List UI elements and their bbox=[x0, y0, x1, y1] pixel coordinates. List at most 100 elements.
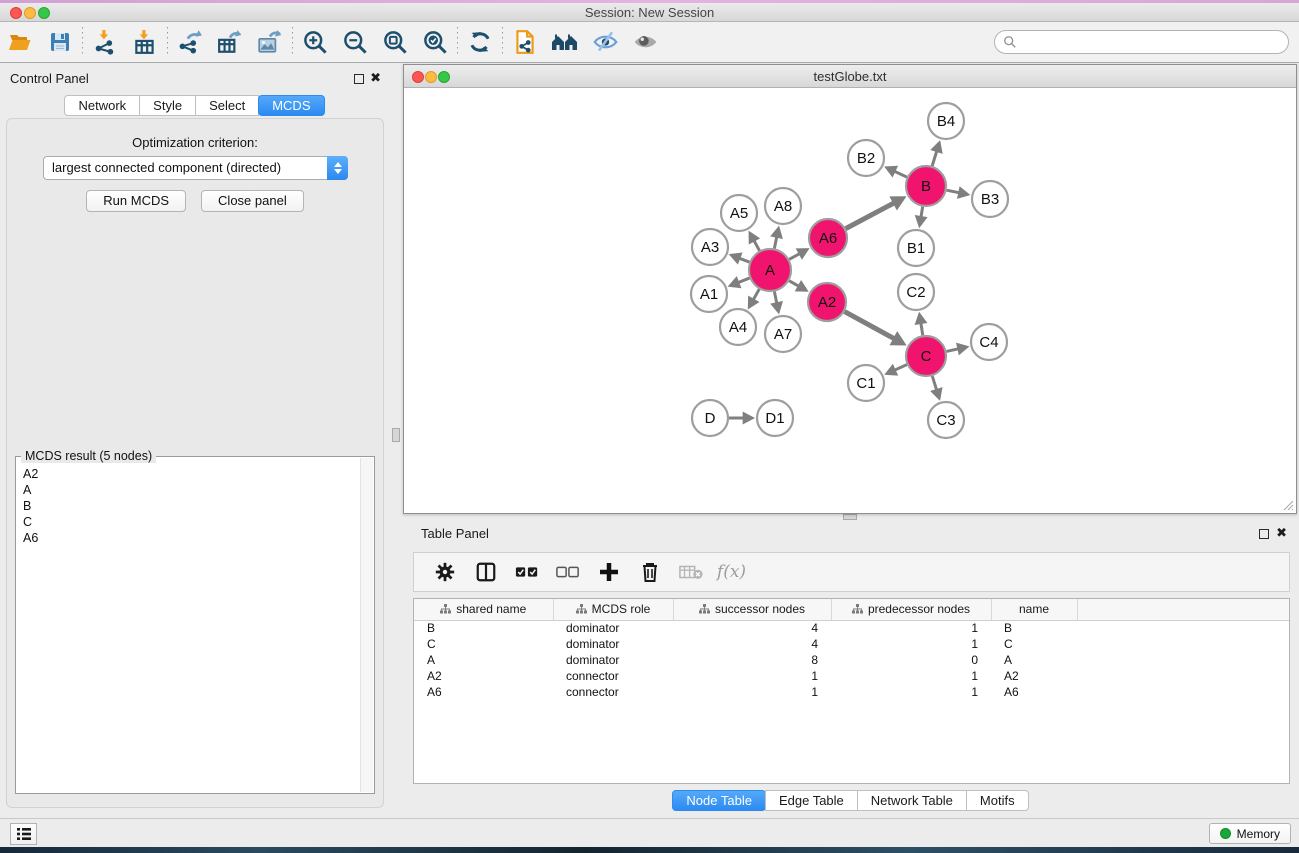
hide-panel-icon[interactable] bbox=[585, 25, 625, 59]
table-cell[interactable]: dominator bbox=[553, 636, 673, 652]
mcds-result-list[interactable]: A2ABCA6 bbox=[17, 458, 359, 792]
session-title: Session: New Session bbox=[0, 5, 1299, 20]
table-cell[interactable]: A2 bbox=[414, 668, 553, 684]
shared-column-icon bbox=[852, 603, 863, 617]
mcds-result-scrollbar[interactable] bbox=[360, 458, 373, 792]
function-builder-icon[interactable]: f(x) bbox=[713, 556, 750, 588]
edge-arrowhead bbox=[956, 343, 969, 356]
table-cell[interactable]: A bbox=[414, 652, 553, 668]
column-header-predecessor-nodes[interactable]: predecessor nodes bbox=[831, 599, 991, 620]
mcds-result-item[interactable]: B bbox=[23, 498, 359, 514]
open-file-icon[interactable] bbox=[0, 25, 40, 59]
table-cell[interactable]: 1 bbox=[673, 668, 831, 684]
export-table-icon[interactable] bbox=[210, 25, 250, 59]
tab-motifs[interactable]: Motifs bbox=[966, 790, 1029, 811]
delete-table-icon[interactable] bbox=[672, 556, 709, 588]
edge-arrowhead bbox=[930, 387, 942, 401]
mcds-tab-content: Optimization criterion: largest connecte… bbox=[6, 118, 384, 808]
table-cell[interactable]: dominator bbox=[553, 652, 673, 668]
vertical-split-handle[interactable] bbox=[392, 428, 400, 442]
node-table[interactable]: shared nameMCDS rolesuccessor nodesprede… bbox=[414, 599, 1289, 700]
table-row[interactable]: Bdominator41B bbox=[414, 620, 1289, 636]
deselect-all-columns-icon[interactable] bbox=[549, 556, 586, 588]
mcds-result-item[interactable]: C bbox=[23, 514, 359, 530]
table-cell[interactable]: 1 bbox=[831, 636, 991, 652]
table-row[interactable]: A2connector11A2 bbox=[414, 668, 1289, 684]
close-panel-button[interactable]: Close panel bbox=[201, 190, 304, 212]
table-cell[interactable]: A6 bbox=[991, 684, 1077, 700]
zoom-in-icon[interactable] bbox=[295, 25, 335, 59]
table-cell[interactable]: 4 bbox=[673, 620, 831, 636]
network-window-titlebar[interactable]: testGlobe.txt bbox=[404, 65, 1296, 88]
table-cell[interactable]: dominator bbox=[553, 620, 673, 636]
column-header-successor-nodes[interactable]: successor nodes bbox=[673, 599, 831, 620]
table-cell[interactable]: 1 bbox=[831, 684, 991, 700]
table-cell[interactable]: C bbox=[414, 636, 553, 652]
float-panel-icon[interactable] bbox=[1259, 529, 1269, 539]
table-cell[interactable]: A6 bbox=[414, 684, 553, 700]
tab-network[interactable]: Network bbox=[64, 95, 140, 116]
mcds-result-item[interactable]: A2 bbox=[23, 466, 359, 482]
table-cell[interactable]: 1 bbox=[831, 620, 991, 636]
export-image-icon[interactable] bbox=[250, 25, 290, 59]
refresh-icon[interactable] bbox=[460, 25, 500, 59]
mcds-result-item[interactable]: A6 bbox=[23, 530, 359, 546]
table-cell[interactable]: connector bbox=[553, 684, 673, 700]
run-mcds-button[interactable]: Run MCDS bbox=[86, 190, 186, 212]
search-input[interactable] bbox=[1017, 33, 1288, 51]
tab-style[interactable]: Style bbox=[139, 95, 196, 116]
edge-A2-C[interactable] bbox=[845, 312, 897, 341]
network-graph[interactable]: B4B2BB3A5A8A6B1A3AA1C2A2A4A7C4CC1C3DD1 bbox=[404, 88, 1296, 513]
node-label-A8: A8 bbox=[774, 198, 792, 215]
table-cell[interactable]: B bbox=[991, 620, 1077, 636]
table-cell[interactable]: connector bbox=[553, 668, 673, 684]
close-panel-icon[interactable]: ✖ bbox=[370, 70, 381, 86]
select-all-columns-icon[interactable] bbox=[508, 556, 545, 588]
network-window-title: testGlobe.txt bbox=[404, 69, 1296, 84]
table-cell[interactable]: B bbox=[414, 620, 553, 636]
mcds-result-item[interactable]: A bbox=[23, 482, 359, 498]
table-cell[interactable]: 4 bbox=[673, 636, 831, 652]
table-cell[interactable]: C bbox=[991, 636, 1077, 652]
import-network-icon[interactable] bbox=[85, 25, 125, 59]
memory-button[interactable]: Memory bbox=[1209, 823, 1291, 844]
column-header-MCDS-role[interactable]: MCDS role bbox=[553, 599, 673, 620]
edge-A6-B[interactable] bbox=[846, 202, 897, 229]
column-header-name[interactable]: name bbox=[991, 599, 1077, 620]
tab-network-table[interactable]: Network Table bbox=[857, 790, 967, 811]
optimization-criterion-select[interactable]: largest connected component (directed) bbox=[43, 156, 348, 180]
tab-select[interactable]: Select bbox=[195, 95, 259, 116]
show-panel-icon[interactable] bbox=[625, 25, 665, 59]
task-history-button[interactable] bbox=[10, 823, 37, 845]
export-network-icon[interactable] bbox=[170, 25, 210, 59]
delete-column-trash-icon[interactable] bbox=[631, 556, 668, 588]
table-cell[interactable]: 1 bbox=[673, 684, 831, 700]
import-table-icon[interactable] bbox=[125, 25, 165, 59]
table-cell[interactable]: 8 bbox=[673, 652, 831, 668]
table-row[interactable]: Adominator80A bbox=[414, 652, 1289, 668]
tab-node-table[interactable]: Node Table bbox=[672, 790, 766, 811]
table-cell[interactable]: 1 bbox=[831, 668, 991, 684]
add-column-icon[interactable] bbox=[590, 556, 627, 588]
save-session-icon[interactable] bbox=[40, 25, 80, 59]
zoom-out-icon[interactable] bbox=[335, 25, 375, 59]
clone-network-icon[interactable] bbox=[505, 25, 545, 59]
table-cell[interactable]: A bbox=[991, 652, 1077, 668]
close-panel-icon[interactable]: ✖ bbox=[1276, 525, 1287, 541]
split-columns-icon[interactable] bbox=[467, 556, 504, 588]
table-row[interactable]: A6connector11A6 bbox=[414, 684, 1289, 700]
network-canvas[interactable]: B4B2BB3A5A8A6B1A3AA1C2A2A4A7C4CC1C3DD1 bbox=[404, 88, 1296, 513]
edge-arrowhead bbox=[957, 186, 970, 199]
zoom-fit-icon[interactable] bbox=[375, 25, 415, 59]
resize-grip-icon[interactable] bbox=[1280, 497, 1294, 511]
table-cell[interactable]: A2 bbox=[991, 668, 1077, 684]
home-icon[interactable] bbox=[545, 25, 585, 59]
tab-edge-table[interactable]: Edge Table bbox=[765, 790, 858, 811]
table-cell[interactable]: 0 bbox=[831, 652, 991, 668]
float-panel-icon[interactable] bbox=[354, 74, 364, 84]
table-row[interactable]: Cdominator41C bbox=[414, 636, 1289, 652]
table-settings-gear-icon[interactable] bbox=[426, 556, 463, 588]
zoom-selected-icon[interactable] bbox=[415, 25, 455, 59]
tab-mcds[interactable]: MCDS bbox=[258, 95, 324, 116]
column-header-shared-name[interactable]: shared name bbox=[414, 599, 553, 620]
